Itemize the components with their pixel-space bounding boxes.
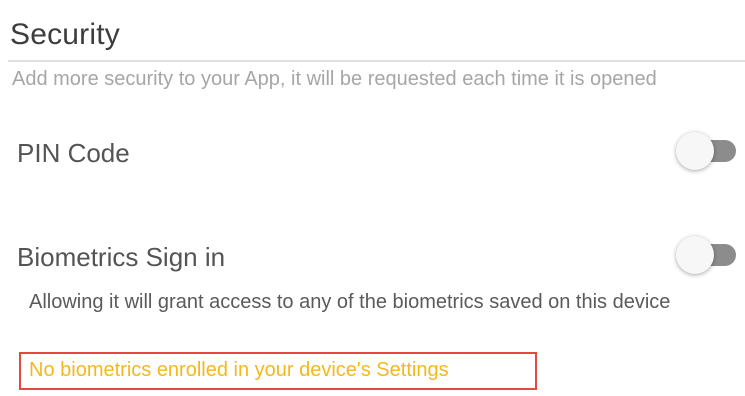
biometrics-label: Biometrics Sign in bbox=[17, 242, 226, 272]
biometrics-warning: No biometrics enrolled in your device's … bbox=[29, 359, 449, 381]
biometrics-toggle[interactable] bbox=[674, 236, 740, 274]
pin-code-toggle[interactable] bbox=[674, 132, 740, 170]
section-title: Security bbox=[10, 18, 120, 51]
section-description: Add more security to your App, it will b… bbox=[12, 68, 657, 90]
toggle-knob bbox=[676, 132, 714, 170]
biometrics-description: Allowing it will grant access to any of … bbox=[29, 291, 671, 313]
toggle-knob bbox=[676, 236, 714, 274]
section-divider bbox=[8, 60, 745, 62]
pin-code-label: PIN Code bbox=[17, 138, 130, 168]
warning-highlight-box: No biometrics enrolled in your device's … bbox=[19, 352, 537, 390]
